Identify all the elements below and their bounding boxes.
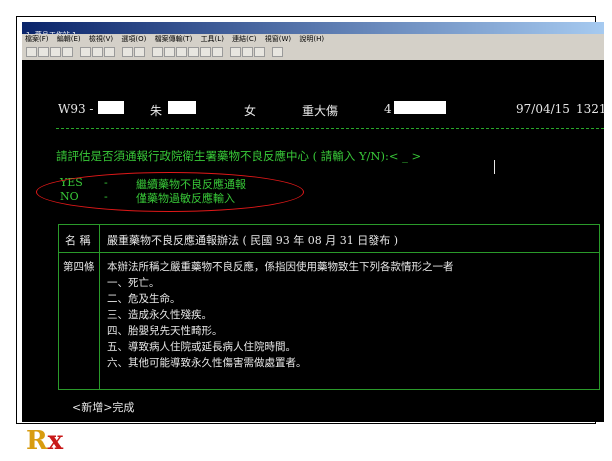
table-line: 六、其他可能導致永久性傷害需做處置者。 (107, 357, 307, 369)
menu-file[interactable]: 檔案(F) (25, 35, 49, 43)
send-icon[interactable] (122, 47, 133, 57)
highlight-ellipse (36, 172, 304, 212)
table-column-divider (99, 225, 100, 389)
table-line: 本辦法所稱之嚴重藥物不良反應，係指因使用藥物致生下列各款情形之一者 (107, 261, 454, 273)
print-icon[interactable] (62, 47, 73, 57)
new-icon[interactable] (26, 47, 37, 57)
table-line: 二、危及生命。 (107, 293, 181, 305)
table-row-label: 第四條 (63, 261, 95, 273)
play-icon[interactable] (188, 47, 199, 57)
record-id: W93 - (58, 102, 94, 116)
report-prompt: 請評估是否須通報行政院衛生署藥物不良反應中心 ( 請輸入 Y/N):< _ > (56, 149, 422, 163)
date-text: 97/04/15 (516, 102, 570, 116)
terminal-screen[interactable]: W93 - 朱 女 重大傷 4 97/04/15 1321 請評估是否須通報行政… (22, 60, 607, 422)
menu-tools[interactable]: 工具(L) (201, 35, 224, 43)
open-icon[interactable] (38, 47, 49, 57)
menu-transfer[interactable]: 檔案傳輸(T) (155, 35, 193, 43)
table-line: 三、造成永久性殘疾。 (107, 309, 212, 321)
paste-icon[interactable] (104, 47, 115, 57)
menu-view[interactable]: 檢視(V) (89, 35, 113, 43)
help-icon[interactable] (272, 47, 283, 57)
layout-icon[interactable] (152, 47, 163, 57)
table-line: 四、胎嬰兒先天性畸形。 (107, 325, 223, 337)
font-icon[interactable] (212, 47, 223, 57)
menu-window[interactable]: 視窗(W) (265, 35, 291, 43)
connect-icon[interactable] (254, 47, 265, 57)
redacted-id (98, 101, 124, 114)
keyboard-icon[interactable] (230, 47, 241, 57)
status-message: <新增>完成 (72, 401, 135, 414)
menu-help[interactable]: 說明(H) (299, 35, 324, 43)
menu-connect[interactable]: 連結(C) (232, 35, 256, 43)
macro-icon[interactable] (164, 47, 175, 57)
rx-logo: Rx (26, 426, 64, 456)
redacted-name (168, 101, 196, 114)
record-icon[interactable] (176, 47, 187, 57)
title-bar: 1. 藥品工作站 1 (22, 22, 604, 39)
table-line: 五、導致病人住院或延長病人住院時間。 (107, 341, 296, 353)
copy-icon[interactable] (92, 47, 103, 57)
table-header-value: 嚴重藥物不良反應通報辦法 ( 民國 93 年 08 月 31 日發布 ) (107, 234, 399, 247)
table-header-label: 名 稱 (65, 234, 91, 247)
text-cursor (494, 160, 495, 174)
save-icon[interactable] (50, 47, 61, 57)
color-icon[interactable] (200, 47, 211, 57)
terminal-window: 1. 藥品工作站 1 檔案(F) 編輯(E) 檢視(V) 選項(O) 檔案傳輸(… (22, 22, 607, 422)
cut-icon[interactable] (80, 47, 91, 57)
menu-options[interactable]: 選項(O) (121, 35, 146, 43)
table-line: 一、死亡。 (107, 277, 160, 289)
settings-icon[interactable] (242, 47, 253, 57)
menu-edit[interactable]: 編輯(E) (57, 35, 81, 43)
event-type: 重大傷 (302, 104, 339, 118)
time-text: 1321 (576, 102, 607, 116)
toolbar (22, 45, 604, 61)
redacted-number (394, 101, 446, 114)
table-divider (59, 252, 599, 253)
regulation-table: 名 稱 嚴重藥物不良反應通報辦法 ( 民國 93 年 08 月 31 日發布 )… (58, 224, 600, 390)
separator-line (56, 128, 604, 129)
patient-name: 朱 (150, 104, 163, 118)
menu-bar: 檔案(F) 編輯(E) 檢視(V) 選項(O) 檔案傳輸(T) 工具(L) 連結… (22, 34, 604, 45)
patient-gender: 女 (244, 104, 257, 118)
event-number: 4 (384, 102, 392, 116)
receive-icon[interactable] (134, 47, 145, 57)
